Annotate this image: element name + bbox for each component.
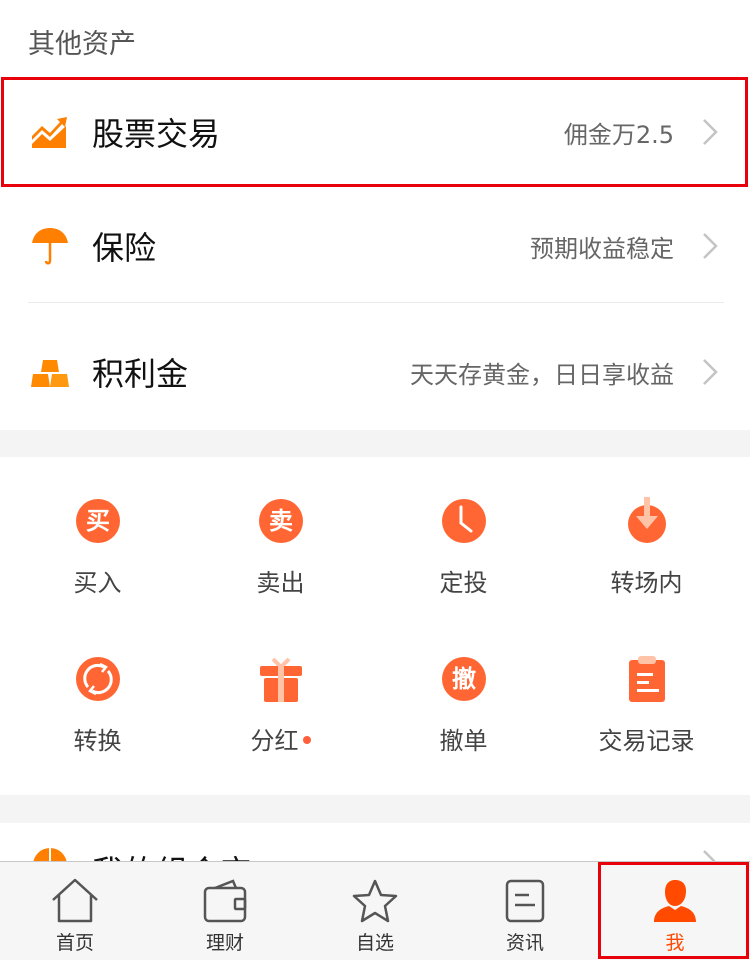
action-label: 撤单 [439, 727, 488, 755]
asset-row-stock-trading[interactable]: 股票交易 佣金万2.5 [0, 78, 750, 186]
svg-text:卖: 卖 [269, 507, 293, 535]
tab-news[interactable]: 资讯 [450, 862, 600, 960]
star-icon [352, 879, 398, 923]
action-label: 买入 [73, 569, 122, 597]
action-cancel-order[interactable]: 撤 撤单 [370, 615, 557, 765]
action-auto-invest[interactable]: 定投 [370, 457, 557, 607]
action-transfer-in[interactable]: 转场内 [553, 457, 740, 607]
umbrella-icon [32, 228, 68, 265]
tab-me[interactable]: 我 [600, 862, 750, 960]
other-assets-section: 其他资产 股票交易 佣金万2.5 保险 预期收益稳定 积利金 天天存黄金，日日享… [0, 0, 750, 430]
tab-label: 自选 [355, 932, 394, 954]
asset-row-gold[interactable]: 积利金 天天存黄金，日日享收益 [0, 318, 750, 426]
tab-label: 我 [665, 932, 685, 954]
action-label: 定投 [439, 569, 488, 597]
gift-icon [259, 657, 302, 702]
asset-desc: 佣金万2.5 [563, 120, 674, 149]
clock-icon [441, 499, 486, 543]
sell-icon: 卖 [258, 499, 303, 543]
cancel-order-icon: 撤 [441, 657, 486, 701]
divider [28, 302, 724, 303]
tab-finance[interactable]: 理财 [150, 862, 300, 960]
tab-label: 首页 [55, 932, 94, 954]
tab-watchlist[interactable]: 自选 [300, 862, 450, 960]
trend-chart-icon [32, 117, 67, 148]
asset-row-insurance[interactable]: 保险 预期收益稳定 [0, 192, 750, 300]
user-icon [654, 880, 696, 922]
badge-dot [302, 736, 311, 744]
action-label: 交易记录 [598, 727, 695, 755]
chevron-right-icon [703, 359, 718, 385]
action-buy[interactable]: 买 买入 [4, 457, 191, 607]
home-icon [52, 878, 98, 923]
action-label: 分红 [187, 721, 374, 756]
svg-text:买: 买 [86, 507, 110, 535]
tab-label: 资讯 [505, 932, 544, 954]
chevron-right-icon [703, 119, 718, 145]
convert-icon [75, 657, 120, 701]
action-dividend[interactable]: 分红 [187, 615, 374, 765]
section-title: 其他资产 [28, 29, 136, 60]
action-trade-records[interactable]: 交易记录 [553, 615, 740, 765]
actions-grid: 买 买入 卖 卖出 定投 转场内 转换 分红 撤 撤单 交易记录 [0, 457, 750, 795]
asset-name: 保险 [92, 229, 157, 267]
action-sell[interactable]: 卖 卖出 [187, 457, 374, 607]
asset-name: 股票交易 [92, 115, 221, 153]
wallet-icon [203, 879, 247, 923]
action-label: 转场内 [610, 569, 683, 597]
chevron-right-icon [703, 233, 718, 259]
svg-text:撤: 撤 [452, 665, 476, 693]
tab-home[interactable]: 首页 [0, 862, 150, 960]
action-label: 转换 [73, 727, 122, 755]
asset-desc: 天天存黄金，日日享收益 [410, 360, 674, 389]
asset-desc: 预期收益稳定 [530, 234, 674, 263]
clipboard-icon [628, 656, 665, 702]
asset-name: 积利金 [92, 355, 189, 393]
buy-icon: 买 [75, 499, 120, 543]
bottom-tab-bar: 首页 理财 自选 资讯 我 [0, 861, 750, 960]
tab-label: 理财 [205, 932, 244, 954]
gold-bars-icon [31, 360, 69, 387]
news-icon [505, 879, 545, 923]
transfer-in-icon [627, 497, 666, 543]
action-convert[interactable]: 转换 [4, 615, 191, 765]
action-label: 卖出 [256, 569, 305, 597]
